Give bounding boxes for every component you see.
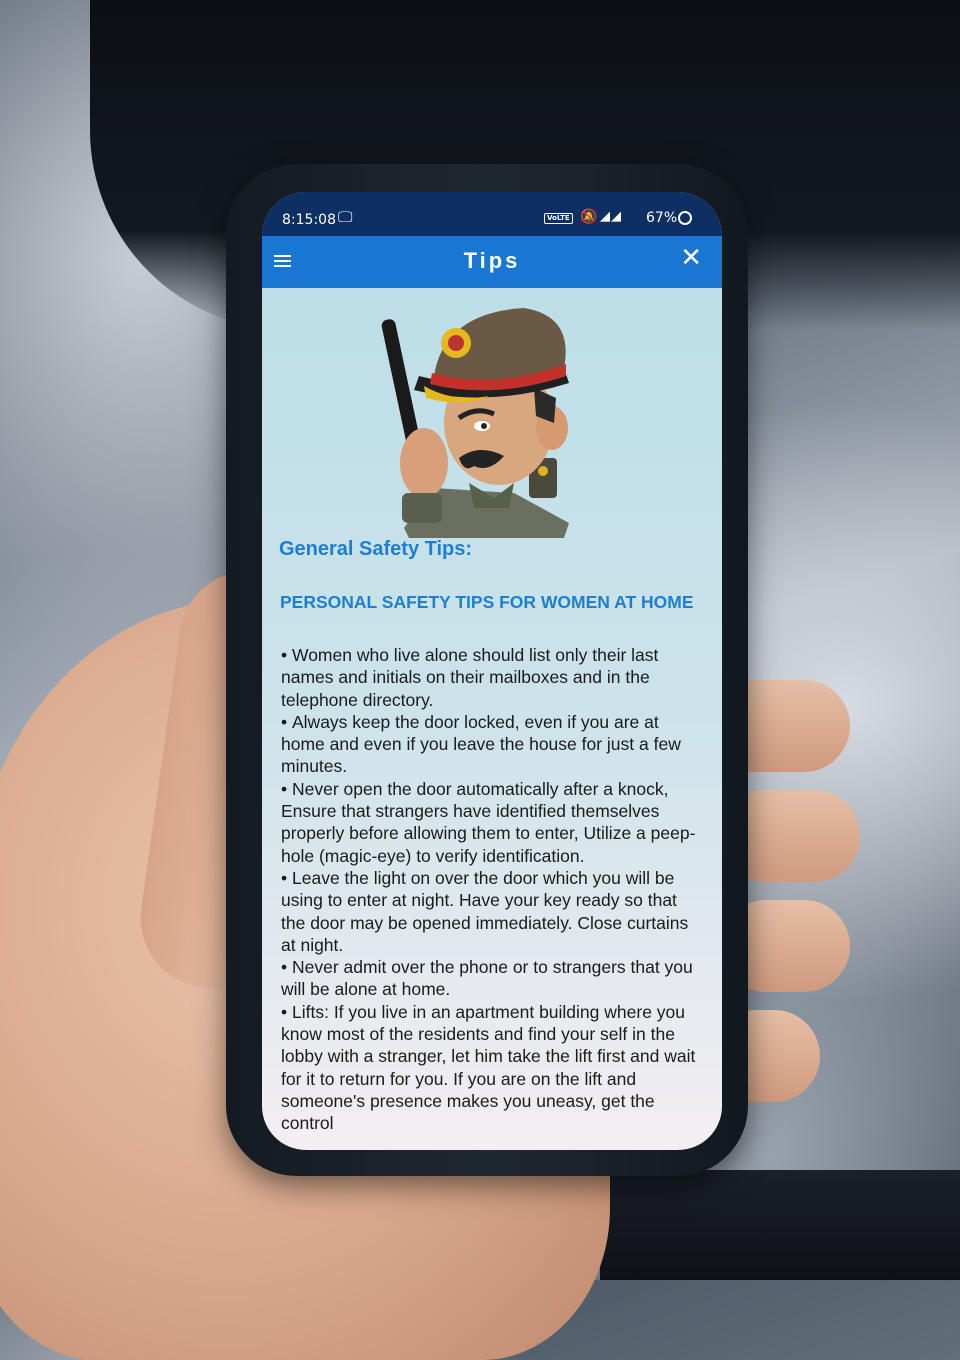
list-item: Leave the light on over the door which y…	[281, 867, 699, 956]
app-bar: Tips ✕	[262, 236, 722, 288]
list-item: Never admit over the phone or to strange…	[281, 956, 699, 1001]
phone-screen: 8:15:08 🖵 VoLTE 🔕 ◢◢ 67% Tips ✕ General …	[262, 192, 722, 1150]
sync-icon	[678, 211, 692, 225]
section-title: PERSONAL SAFETY TIPS FOR WOMEN AT HOME	[280, 592, 694, 612]
list-item: Always keep the door locked, even if you…	[281, 711, 699, 778]
tips-list: Women who live alone should list only th…	[281, 644, 699, 1135]
page-title: Tips	[463, 248, 521, 273]
network-badge: VoLTE	[544, 213, 573, 224]
list-item: Lifts: If you live in an apartment build…	[281, 1001, 699, 1135]
police-officer-illustration	[381, 308, 569, 538]
general-safety-heading: General Safety Tips:	[279, 538, 473, 560]
bell-off-icon: 🔕	[580, 209, 598, 225]
tips-content[interactable]: General Safety Tips: PERSONAL SAFETY TIP…	[262, 288, 722, 1150]
status-time: 8:15:08	[282, 212, 336, 228]
status-bar: 8:15:08 🖵 VoLTE 🔕 ◢◢ 67%	[262, 192, 722, 236]
list-item: Women who live alone should list only th…	[281, 644, 699, 711]
signal-icon: ◢◢	[600, 209, 622, 224]
laptop-icon: 🖵	[338, 208, 353, 226]
close-icon[interactable]: ✕	[680, 245, 702, 271]
battery-level: 67%	[646, 210, 678, 226]
list-item: Never open the door automatically after …	[281, 778, 699, 867]
background-sleeve	[600, 1170, 960, 1280]
